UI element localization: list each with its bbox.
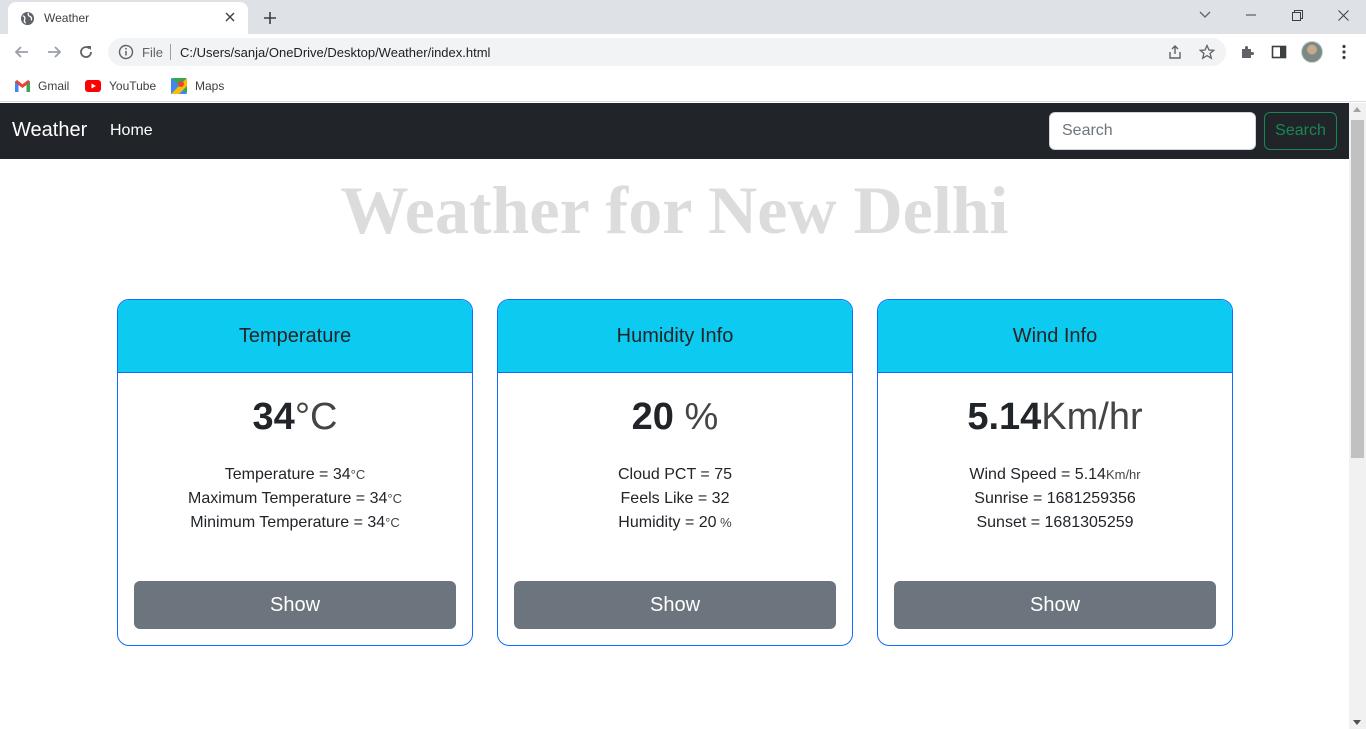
profile-avatar[interactable] [1301,41,1323,63]
maps-icon [171,78,187,94]
primary-number: 5.14 [967,396,1042,438]
search-button[interactable]: Search [1264,112,1337,150]
detail-line: Feels Like = 32 [498,487,852,511]
forward-arrow-icon[interactable] [42,40,66,64]
address-prefix: File [142,45,163,60]
detail-unit: °C [387,491,402,506]
youtube-icon [85,80,101,92]
card-header: Wind Info [878,300,1232,373]
card-details: Temperature = 34°C Maximum Temperature =… [118,463,472,535]
card-details: Cloud PCT = 75 Feels Like = 32 Humidity … [498,463,852,535]
bookmark-label: YouTube [109,79,157,93]
more-menu-icon[interactable] [1334,42,1354,62]
primary-number: 34 [252,396,295,438]
browser-tab-strip: Weather [0,0,1366,34]
close-window-icon[interactable] [1320,0,1366,30]
bookmark-label: Maps [195,79,225,93]
scroll-up-arrow-icon[interactable] [1353,107,1361,112]
detail-unit: °C [350,467,366,482]
detail-line: Wind Speed = 5.14Km/hr [878,463,1232,487]
bookmark-star-icon[interactable] [1198,43,1216,61]
scroll-down-arrow-icon[interactable] [1353,720,1361,725]
bookmark-label: Gmail [38,79,70,93]
address-divider [170,44,171,60]
detail-line: Maximum Temperature = 34°C [118,487,472,511]
detail-unit: °C [385,515,400,530]
site-navbar: Weather Home Search [0,103,1349,159]
wind-card: Wind Info 5.14Km/hr Wind Speed = 5.14Km/… [877,299,1233,646]
show-button[interactable]: Show [514,581,836,629]
detail-text: Wind Speed = 5.14 [969,466,1106,483]
detail-text: Humidity = 20 [618,514,717,531]
primary-unit: % [673,396,719,438]
globe-icon [20,11,35,26]
browser-tab[interactable]: Weather [8,2,248,34]
page-viewport: Weather Home Search Weather for New Delh… [0,103,1349,729]
address-url[interactable]: C:/Users/sanja/OneDrive/Desktop/Weather/… [180,45,490,60]
bookmark-youtube[interactable]: YouTube [85,76,156,96]
detail-line: Sunset = 1681305259 [878,511,1232,535]
humidity-card: Humidity Info 20 % Cloud PCT = 75 Feels … [497,299,853,646]
bookmarks-bar: Gmail YouTube Maps [0,70,1366,102]
browser-toolbar: File C:/Users/sanja/OneDrive/Desktop/Wea… [0,34,1366,70]
card-primary-value: 34°C [118,392,472,442]
extensions-puzzle-icon[interactable] [1237,42,1257,62]
card-header: Humidity Info [498,300,852,373]
card-header: Temperature [118,300,472,373]
detail-line: Humidity = 20 % [498,511,852,535]
detail-unit: % [716,515,732,530]
tab-title: Weather [44,11,90,25]
detail-line: Minimum Temperature = 34°C [118,511,472,535]
search-input[interactable] [1049,112,1256,150]
bookmark-maps[interactable]: Maps [171,76,224,96]
card-primary-value: 5.14Km/hr [878,392,1232,442]
detail-unit: Km/hr [1105,467,1141,482]
address-bar[interactable]: File C:/Users/sanja/OneDrive/Desktop/Wea… [108,38,1226,66]
detail-text: Minimum Temperature = 34 [190,514,386,531]
primary-unit: Km/hr [1041,396,1143,438]
detail-text: Feels Like = 32 [620,490,730,507]
share-icon[interactable] [1166,43,1184,61]
minimize-icon[interactable] [1228,0,1274,30]
show-button[interactable]: Show [134,581,456,629]
nav-link-home[interactable]: Home [110,122,153,140]
navbar-brand[interactable]: Weather [12,119,87,142]
detail-line: Temperature = 34°C [118,463,472,487]
card-primary-value: 20 % [498,392,852,442]
tab-search-chevron-icon[interactable] [1182,0,1228,30]
restore-icon[interactable] [1274,0,1320,30]
scrollbar-thumb[interactable] [1351,120,1364,458]
detail-line: Cloud PCT = 75 [498,463,852,487]
detail-text: Cloud PCT = 75 [618,466,732,483]
detail-text: Sunset = 1681305259 [976,514,1134,531]
new-tab-icon[interactable] [260,8,280,28]
show-button[interactable]: Show [894,581,1216,629]
close-tab-icon[interactable] [222,9,238,25]
detail-text: Maximum Temperature = 34 [188,490,388,507]
detail-line: Sunrise = 1681259356 [878,487,1232,511]
bookmark-gmail[interactable]: Gmail [15,76,69,96]
info-icon[interactable] [118,44,134,60]
page-scrollbar[interactable] [1349,103,1366,729]
card-details: Wind Speed = 5.14Km/hr Sunrise = 1681259… [878,463,1232,535]
reload-icon[interactable] [74,40,98,64]
detail-text: Temperature = 34 [224,466,351,483]
temperature-card: Temperature 34°C Temperature = 34°C Maxi… [117,299,473,646]
detail-text: Sunrise = 1681259356 [974,490,1136,507]
side-panel-icon[interactable] [1269,42,1289,62]
primary-number: 20 [631,396,674,438]
primary-unit: °C [294,396,338,438]
back-arrow-icon[interactable] [10,40,34,64]
page-title: Weather for New Delhi [340,172,1009,248]
gmail-icon [15,80,30,92]
